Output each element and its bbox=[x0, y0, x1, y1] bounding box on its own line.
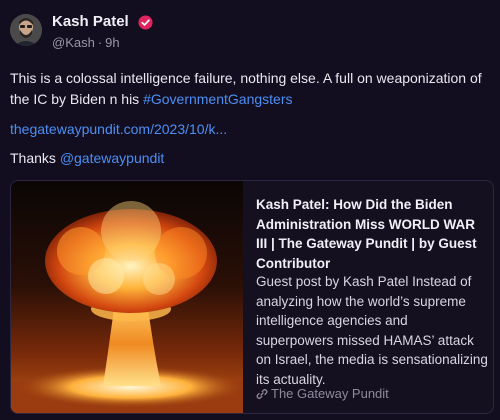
author-name[interactable]: Kash Patel bbox=[52, 13, 129, 30]
hashtag-link[interactable]: #GovernmentGangsters bbox=[143, 91, 292, 107]
url-line: thegatewaypundit.com/2023/10/k... bbox=[10, 119, 227, 140]
link-chain-icon bbox=[256, 389, 268, 399]
link-card-source[interactable]: The Gateway Pundit bbox=[256, 386, 389, 401]
mushroom-cloud-image bbox=[11, 181, 243, 413]
post-timestamp[interactable]: 9h bbox=[105, 35, 119, 50]
post-text: This is a colossal intelligence failure,… bbox=[10, 68, 492, 110]
mention-link[interactable]: @gatewaypundit bbox=[60, 150, 165, 166]
link-card-image bbox=[11, 181, 243, 413]
link-card-source-label: The Gateway Pundit bbox=[271, 386, 389, 401]
post-meta: @Kash · 9h bbox=[52, 35, 120, 50]
link-card[interactable]: Kash Patel: How Did the Biden Administra… bbox=[10, 180, 494, 414]
post: Kash Patel @Kash · 9h This is a colossal i… bbox=[0, 0, 500, 420]
avatar[interactable] bbox=[10, 14, 42, 46]
link-card-title[interactable]: Kash Patel: How Did the Biden Administra… bbox=[256, 195, 488, 273]
thanks-text: Thanks bbox=[10, 150, 60, 166]
thanks-line: Thanks @gatewaypundit bbox=[10, 148, 164, 169]
verified-badge-icon bbox=[138, 15, 153, 30]
avatar-icon bbox=[10, 14, 42, 46]
url-link[interactable]: thegatewaypundit.com/2023/10/k... bbox=[10, 121, 227, 137]
meta-separator: · bbox=[97, 35, 103, 50]
author-handle[interactable]: @Kash bbox=[52, 35, 95, 50]
link-card-description: Guest post by Kash Patel Instead of anal… bbox=[256, 274, 488, 387]
